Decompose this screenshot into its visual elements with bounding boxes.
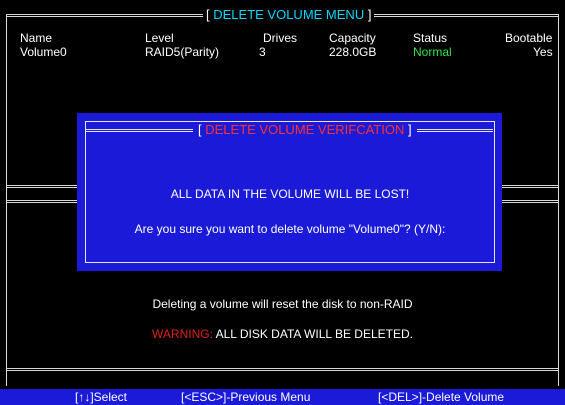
dialog-frame: [ DELETE VOLUME VERIFCATION ] ALL DATA I… [85, 121, 495, 263]
dialog-message: ALL DATA IN THE VOLUME WILL BE LOST! [170, 187, 410, 201]
dialog-title: [ DELETE VOLUME VERIFCATION ] [193, 122, 417, 138]
header-name: Name [20, 31, 53, 45]
header-capacity: Capacity [329, 31, 376, 45]
warning-line: WARNING: ALL DISK DATA WILL BE DELETED. [0, 327, 565, 341]
warning-text: ALL DISK DATA WILL BE DELETED. [215, 327, 413, 341]
hint-delete-volume[interactable]: [<DEL>]-Delete Volume [378, 390, 504, 404]
header-bootable: Bootable [505, 31, 553, 45]
row-name: Volume0 [20, 45, 67, 59]
hint-select: [↑↓]Select [75, 390, 128, 404]
reset-note: Deleting a volume will reset the disk to… [152, 297, 413, 311]
menu-title-text: DELETE VOLUME MENU [213, 7, 365, 22]
header-status: Status [413, 31, 448, 45]
row-bootable: Yes [533, 45, 553, 59]
menu-title: [ DELETE VOLUME MENU ] [203, 7, 375, 23]
status-bar: [↑↓]Select [<ESC>]-Previous Menu [<DEL>]… [0, 389, 565, 405]
dialog-prompt[interactable]: Are you sure you want to delete volume "… [86, 222, 494, 236]
bottom-frame-line [6, 368, 558, 371]
row-drives: 3 [259, 45, 266, 59]
header-drives: Drives [263, 31, 298, 45]
warning-label: WARNING: [152, 327, 213, 341]
header-level: Level [145, 31, 174, 45]
hint-previous-menu[interactable]: [<ESC>]-Previous Menu [181, 390, 310, 404]
row-capacity: 228.0GB [329, 45, 377, 59]
dialog-title-text: DELETE VOLUME VERIFCATION [205, 122, 405, 137]
delete-verification-dialog: [ DELETE VOLUME VERIFCATION ] ALL DATA I… [77, 113, 502, 271]
row-level: RAID5(Parity) [145, 45, 220, 59]
row-status: Normal [413, 45, 452, 59]
